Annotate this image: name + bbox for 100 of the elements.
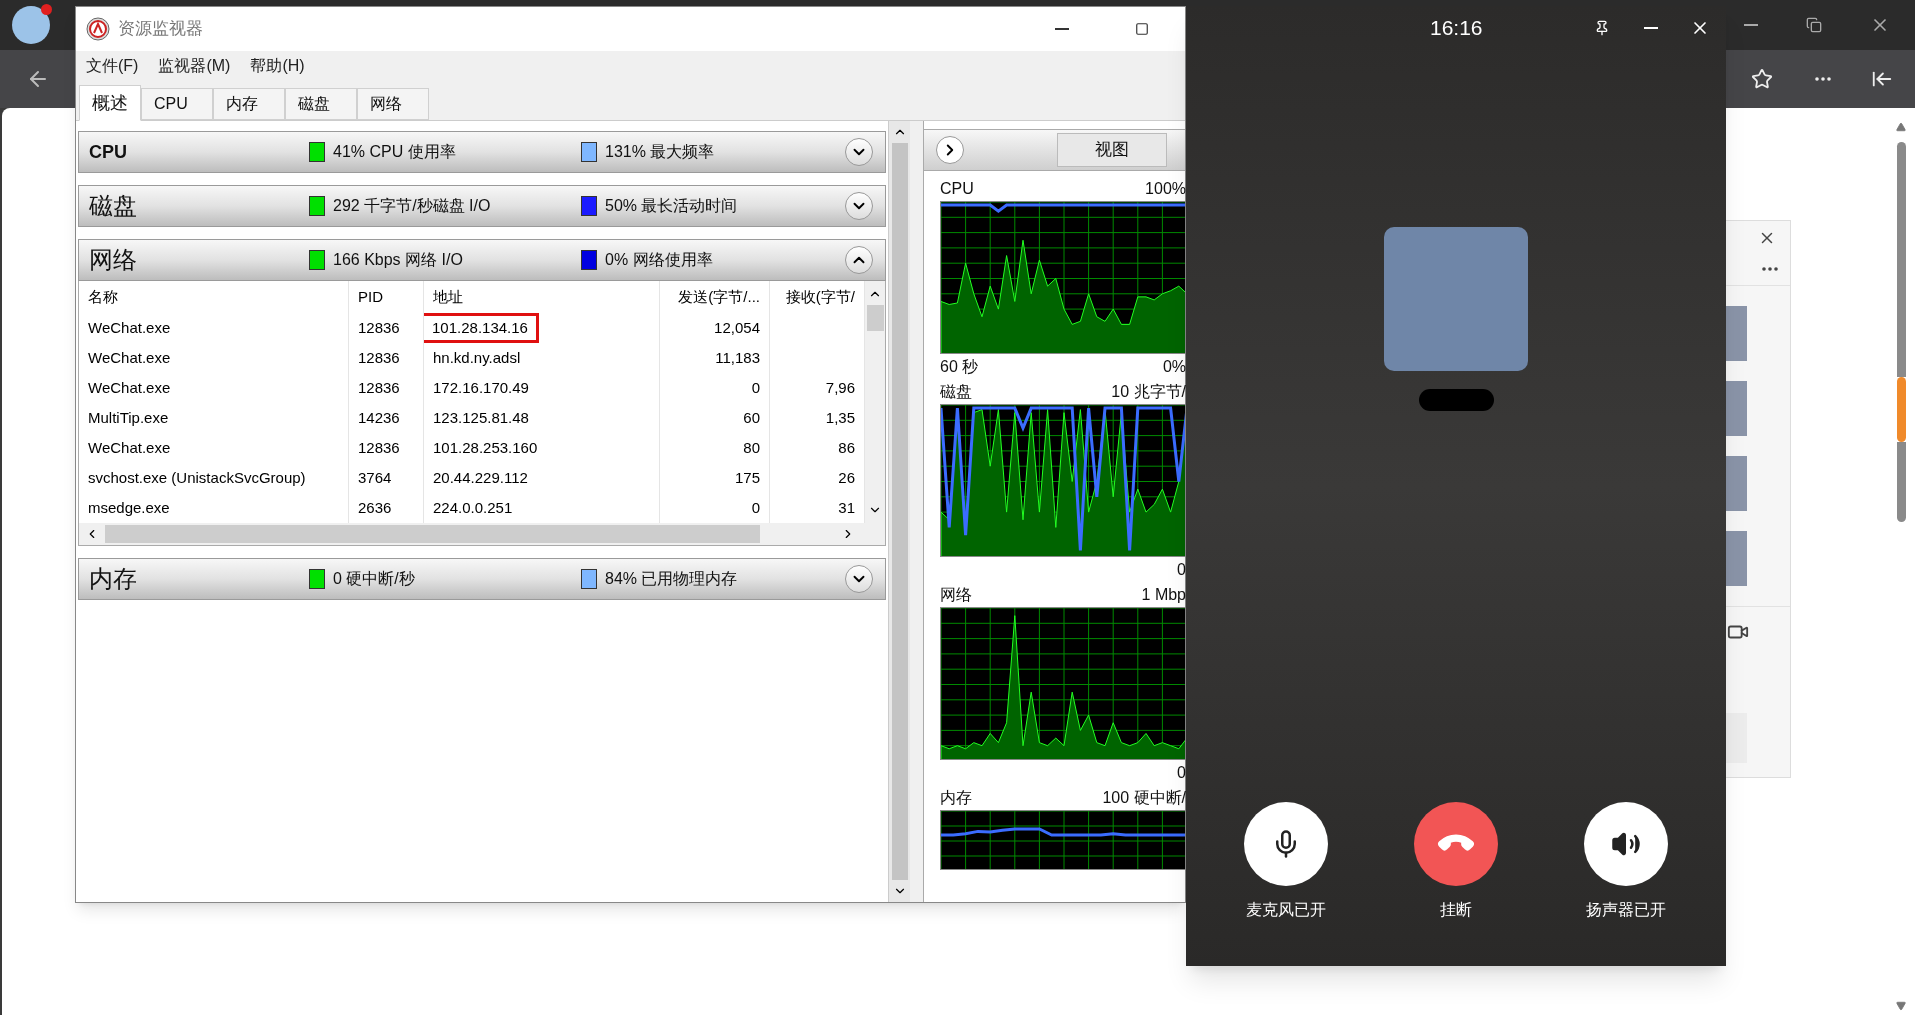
table-cell-text: 26 — [838, 467, 855, 488]
expand-toggle[interactable] — [845, 138, 873, 166]
scroll-down-icon — [1896, 1001, 1906, 1011]
tab[interactable]: 网络 — [357, 88, 429, 120]
collapse-button[interactable] — [936, 136, 964, 164]
legend-text: 131% 最大频率 — [605, 142, 715, 162]
avatar-icon[interactable] — [12, 6, 50, 44]
graph-max-label: 1 Mbp — [1141, 585, 1186, 605]
graph-title: CPU — [940, 179, 974, 199]
table-cell-text: 101.28.253.160 — [433, 437, 538, 458]
column-header[interactable]: 发送(字节/... — [660, 281, 770, 313]
table-cell-text: 60 — [743, 407, 760, 428]
table-cell-text: 224.0.0.251 — [433, 497, 513, 518]
input-field[interactable] — [1725, 713, 1747, 763]
graph-min-label: 0% — [1162, 357, 1186, 377]
photo-placeholder[interactable] — [1725, 306, 1747, 361]
graph-max-label: 10 兆字节/ — [1111, 382, 1186, 402]
table-cell-text: 31 — [838, 497, 855, 518]
scroll-thumb[interactable] — [866, 305, 884, 331]
restore-icon — [1806, 17, 1822, 33]
table-cell-text: 12836 — [358, 377, 400, 398]
table-cell-text: 3764 — [358, 467, 392, 488]
scroll-thumb[interactable] — [891, 143, 908, 880]
legend-text: 0% 网络使用率 — [605, 250, 713, 270]
graph-min-label: 0 — [1177, 763, 1186, 783]
photo-placeholder[interactable] — [1725, 456, 1747, 511]
section-header[interactable]: 网络 166 Kbps 网络 I/O 0% 网络使用率 — [78, 239, 886, 281]
table-cell-text: 12,054 — [714, 317, 760, 338]
menu-item[interactable]: 监视器(M) — [158, 54, 231, 78]
expand-toggle[interactable] — [845, 192, 873, 220]
legend-text: 0 硬中断/秒 — [333, 569, 415, 589]
view-button[interactable]: 视图 — [1057, 133, 1167, 167]
legend-text: 84% 已用物理内存 — [605, 569, 738, 589]
table-cell-text: hn.kd.ny.adsl — [433, 347, 521, 368]
app-icon — [86, 17, 110, 41]
table-cell-text: 1,35 — [825, 407, 855, 428]
scroll-thumb[interactable] — [1896, 142, 1906, 377]
more-icon[interactable] — [1815, 77, 1831, 81]
table-cell-text: WeChat.exe — [88, 317, 171, 338]
graph-time-label: 60 秒 — [940, 357, 979, 377]
tab[interactable]: CPU — [141, 88, 213, 120]
table-cell-text: 175 — [734, 467, 760, 488]
tab[interactable]: 磁盘 — [285, 88, 357, 120]
table-cell-text: 80 — [743, 437, 760, 458]
graph-title: 网络 — [940, 585, 972, 605]
menu-item[interactable]: 文件(F) — [86, 54, 139, 78]
section-title: CPU — [88, 140, 128, 164]
table-cell-text: 12836 — [358, 437, 400, 458]
graph-max-label: 100% — [1145, 179, 1186, 199]
scroll-up-icon — [1896, 122, 1906, 132]
menu-item[interactable]: 帮助(H) — [250, 54, 305, 78]
window-title: 资源监视器 — [118, 18, 203, 41]
table-cell-text: MultiTip.exe — [88, 407, 169, 428]
table-cell-text: 12836 — [358, 347, 400, 368]
legend-text: 50% 最长活动时间 — [605, 196, 738, 216]
scroll-position-marker — [1896, 377, 1906, 442]
table-cell-text: 172.16.170.49 — [433, 377, 529, 398]
legend-text: 292 千字节/秒磁盘 I/O — [333, 196, 491, 216]
section-header[interactable]: CPU 41% CPU 使用率 131% 最大频率 — [78, 131, 886, 173]
call-button-label: 扬声器已开 — [1586, 900, 1666, 920]
column-header[interactable]: 地址 — [424, 281, 660, 313]
table-cell-text: 123.125.81.48 — [433, 407, 529, 428]
photo-placeholder[interactable] — [1725, 381, 1747, 436]
graph-max-label: 100 硬中断/ — [1102, 788, 1186, 808]
tab[interactable]: 内存 — [213, 88, 285, 120]
scroll-thumb[interactable] — [1896, 442, 1906, 522]
table-cell-text: 86 — [838, 437, 855, 458]
section-header[interactable]: 内存 0 硬中断/秒 84% 已用物理内存 — [78, 558, 886, 600]
maximize-icon — [1135, 22, 1149, 36]
table-cell-text: WeChat.exe — [88, 347, 171, 368]
table-cell-text: WeChat.exe — [88, 377, 171, 398]
expand-toggle[interactable] — [845, 565, 873, 593]
pin-icon — [1594, 20, 1610, 36]
table-cell-text: svchost.exe (UnistackSvcGroup) — [88, 467, 306, 488]
tab[interactable]: 概述 — [79, 85, 141, 121]
photo-placeholder[interactable] — [1725, 531, 1747, 586]
table-cell-text: 7,96 — [825, 377, 855, 398]
section-title: 网络 — [88, 245, 138, 275]
favorites-icon — [1751, 68, 1773, 90]
table-cell-text: msedge.exe — [88, 497, 170, 518]
table-cell-text: 0 — [751, 497, 760, 518]
more-icon[interactable] — [1762, 267, 1778, 271]
table-cell-text: 0 — [751, 377, 760, 398]
legend-text: 41% CPU 使用率 — [333, 142, 456, 162]
table-cell-text: 12836 — [358, 317, 400, 338]
column-header[interactable]: 名称 — [79, 281, 349, 313]
table-cell-text: 14236 — [358, 407, 400, 428]
table-cell-text: WeChat.exe — [88, 437, 171, 458]
call-button-label: 麦克风已开 — [1246, 900, 1326, 920]
section-header[interactable]: 磁盘 292 千字节/秒磁盘 I/O 50% 最长活动时间 — [78, 185, 886, 227]
column-header[interactable]: PID — [349, 281, 424, 313]
table-cell: 101.28.134.16 — [424, 313, 539, 343]
scroll-thumb[interactable] — [105, 525, 760, 543]
table-cell-text: 2636 — [358, 497, 392, 518]
graph-title: 磁盘 — [940, 382, 972, 402]
expand-toggle[interactable] — [845, 246, 873, 274]
section-title: 磁盘 — [88, 191, 138, 221]
legend-text: 166 Kbps 网络 I/O — [333, 250, 463, 270]
graph-title: 内存 — [940, 788, 972, 808]
horizontal-scrollbar[interactable] — [79, 523, 885, 545]
